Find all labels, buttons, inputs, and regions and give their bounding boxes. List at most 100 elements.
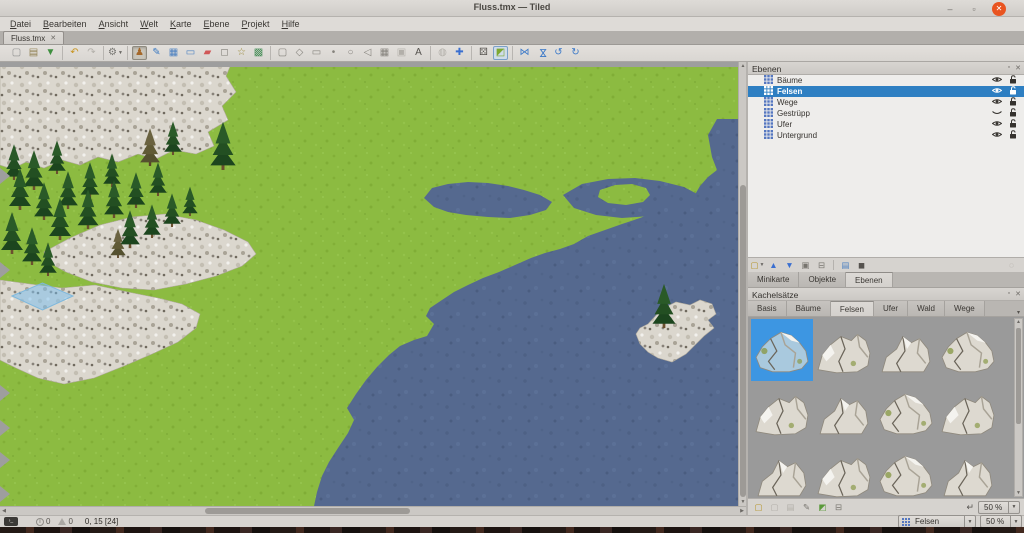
unlock-icon[interactable]	[1009, 108, 1017, 119]
rock-tile-2[interactable]	[813, 319, 875, 381]
rock-tile-5[interactable]	[751, 381, 813, 443]
duplicate-layer-button[interactable]: ▣	[799, 259, 812, 271]
highlight-current-layer-button[interactable]: ◌	[1005, 259, 1018, 271]
rock-tile-3[interactable]	[875, 319, 937, 381]
tileset-tab-basis[interactable]: Basis	[748, 301, 787, 316]
dock-tab-objekte[interactable]: Objekte	[799, 272, 846, 287]
unlock-icon[interactable]	[1009, 119, 1017, 130]
open-file-button[interactable]: ▤	[26, 46, 41, 60]
float-panel-icon[interactable]: ▫	[1008, 64, 1010, 72]
bucket-fill-button[interactable]: ▦	[166, 46, 181, 60]
visibility-icon[interactable]	[992, 87, 1002, 96]
chevron-down-icon[interactable]: ▼	[118, 46, 123, 60]
rotate-left-button[interactable]: ↺	[551, 46, 566, 60]
layer-row-ufer[interactable]: Ufer	[748, 119, 1024, 130]
rock-tile-4[interactable]	[937, 319, 999, 381]
rock-tile-9[interactable]	[751, 443, 813, 498]
edit-polygons-button[interactable]: ◇	[292, 46, 307, 60]
rock-tile-7[interactable]	[875, 381, 937, 443]
menu-ebene[interactable]: Ebene	[197, 19, 235, 29]
map-canvas[interactable]	[0, 62, 738, 506]
remove-layer-button[interactable]: ⊟	[815, 259, 828, 271]
visibility-icon[interactable]	[992, 98, 1002, 107]
rock-tile-10[interactable]	[813, 443, 875, 498]
new-layer-button[interactable]: ▢▼	[751, 259, 764, 271]
tab-overflow-icon[interactable]: ▾	[1017, 309, 1020, 316]
terrain-brush-button[interactable]: ✎	[149, 46, 164, 60]
lower-layer-button[interactable]: ▼	[783, 259, 796, 271]
hidden-icon[interactable]	[992, 109, 1002, 118]
tileset-tab-bume[interactable]: Bäume	[787, 301, 831, 316]
stamp-brush-button[interactable]: ♟	[132, 46, 147, 60]
terrain-sets-button[interactable]: ◩	[816, 501, 829, 513]
menu-ansicht[interactable]: Ansicht	[93, 19, 135, 29]
scroll-right-icon[interactable]: ▶	[738, 507, 746, 515]
visibility-icon[interactable]	[992, 131, 1002, 140]
chevron-down-icon[interactable]: ▼	[760, 258, 765, 272]
close-button[interactable]: ✕	[992, 2, 1006, 16]
tileset-tab-wege[interactable]: Wege	[945, 301, 985, 316]
same-tile-select-button[interactable]: ▩	[251, 46, 266, 60]
visibility-icon[interactable]	[992, 120, 1002, 129]
insert-point-button[interactable]: •	[326, 46, 341, 60]
terrain-mode-button[interactable]: ◩	[493, 46, 508, 60]
layer-row-wege[interactable]: Wege	[748, 97, 1024, 108]
raise-layer-button[interactable]: ▲	[767, 259, 780, 271]
insert-ellipse-button[interactable]: ○	[343, 46, 358, 60]
scroll-down-icon[interactable]: ▼	[739, 498, 746, 506]
minimize-button[interactable]: –	[944, 4, 956, 14]
rotate-right-button[interactable]: ↻	[568, 46, 583, 60]
tileset-tab-wald[interactable]: Wald	[908, 301, 945, 316]
layer-row-untergrund[interactable]: Untergrund	[748, 130, 1024, 141]
float-panel-icon[interactable]: ▫	[1008, 290, 1010, 298]
close-panel-icon[interactable]: ✕	[1015, 290, 1021, 298]
scroll-left-icon[interactable]: ◀	[0, 507, 8, 515]
tileset-scrollbar[interactable]: ▲ ▼	[1014, 318, 1023, 497]
console-icon[interactable]: ›_	[4, 517, 18, 526]
flip-horizontal-button[interactable]: ⋈	[517, 46, 532, 60]
scroll-up-icon[interactable]: ▲	[739, 62, 746, 70]
maximize-button[interactable]: ▫	[968, 4, 980, 14]
commands-button[interactable]: ⚙▼	[108, 46, 123, 60]
map-vertical-scrollbar[interactable]: ▲ ▼	[738, 62, 746, 506]
undo-button[interactable]: ↶	[67, 46, 82, 60]
lock-layer-button[interactable]: ◼	[855, 259, 868, 271]
flip-vertical-button[interactable]: ⋈	[534, 46, 549, 60]
close-panel-icon[interactable]: ✕	[1015, 64, 1021, 72]
tileset-tab-ufer[interactable]: Ufer	[874, 301, 908, 316]
map-view[interactable]: ▲ ▼ ◀ ▶	[0, 62, 746, 515]
document-tab[interactable]: Fluss.tmx✕	[3, 31, 64, 44]
rock-tile-11[interactable]	[875, 443, 937, 498]
menu-projekt[interactable]: Projekt	[236, 19, 276, 29]
unlock-icon[interactable]	[1009, 97, 1017, 108]
menu-welt[interactable]: Welt	[134, 19, 164, 29]
insert-tile-button[interactable]: ▦	[377, 46, 392, 60]
unlock-icon[interactable]	[1009, 75, 1017, 86]
dock-tab-minikarte[interactable]: Minikarte	[748, 272, 799, 287]
layer-row-bume[interactable]: Bäume	[748, 75, 1024, 86]
tileset-zoom-combobox[interactable]: 50 %▼	[978, 501, 1020, 514]
rock-tile-12[interactable]	[937, 443, 999, 498]
save-button[interactable]: ▼	[43, 46, 58, 60]
menu-karte[interactable]: Karte	[164, 19, 198, 29]
close-tab-icon[interactable]: ✕	[50, 34, 56, 42]
random-mode-button[interactable]: ⚄	[476, 46, 491, 60]
dynamic-wrap-icon[interactable]: ↵	[966, 502, 974, 513]
magic-wand-button[interactable]: ☆	[234, 46, 249, 60]
tileset-tab-felsen[interactable]: Felsen	[831, 301, 874, 316]
chevron-down-icon[interactable]: ▼	[964, 516, 975, 527]
insert-polygon-button[interactable]: ◁	[360, 46, 375, 60]
insert-rectangle-button[interactable]: ▭	[309, 46, 324, 60]
rock-tile-1[interactable]	[751, 319, 813, 381]
chevron-down-icon[interactable]: ▼	[1008, 502, 1019, 513]
menu-datei[interactable]: Datei	[4, 19, 37, 29]
delete-tileset-button[interactable]: ⊟	[832, 501, 845, 513]
select-objects-button[interactable]: ▢	[275, 46, 290, 60]
rect-select-button[interactable]: ◻	[217, 46, 232, 60]
visibility-icon[interactable]	[992, 76, 1002, 85]
new-map-button[interactable]: ▢	[9, 46, 24, 60]
edit-tileset-button[interactable]: ✎	[800, 501, 813, 513]
shape-fill-button[interactable]: ▭	[183, 46, 198, 60]
scroll-up-icon[interactable]: ▲	[1015, 319, 1022, 325]
rock-tile-6[interactable]	[813, 381, 875, 443]
